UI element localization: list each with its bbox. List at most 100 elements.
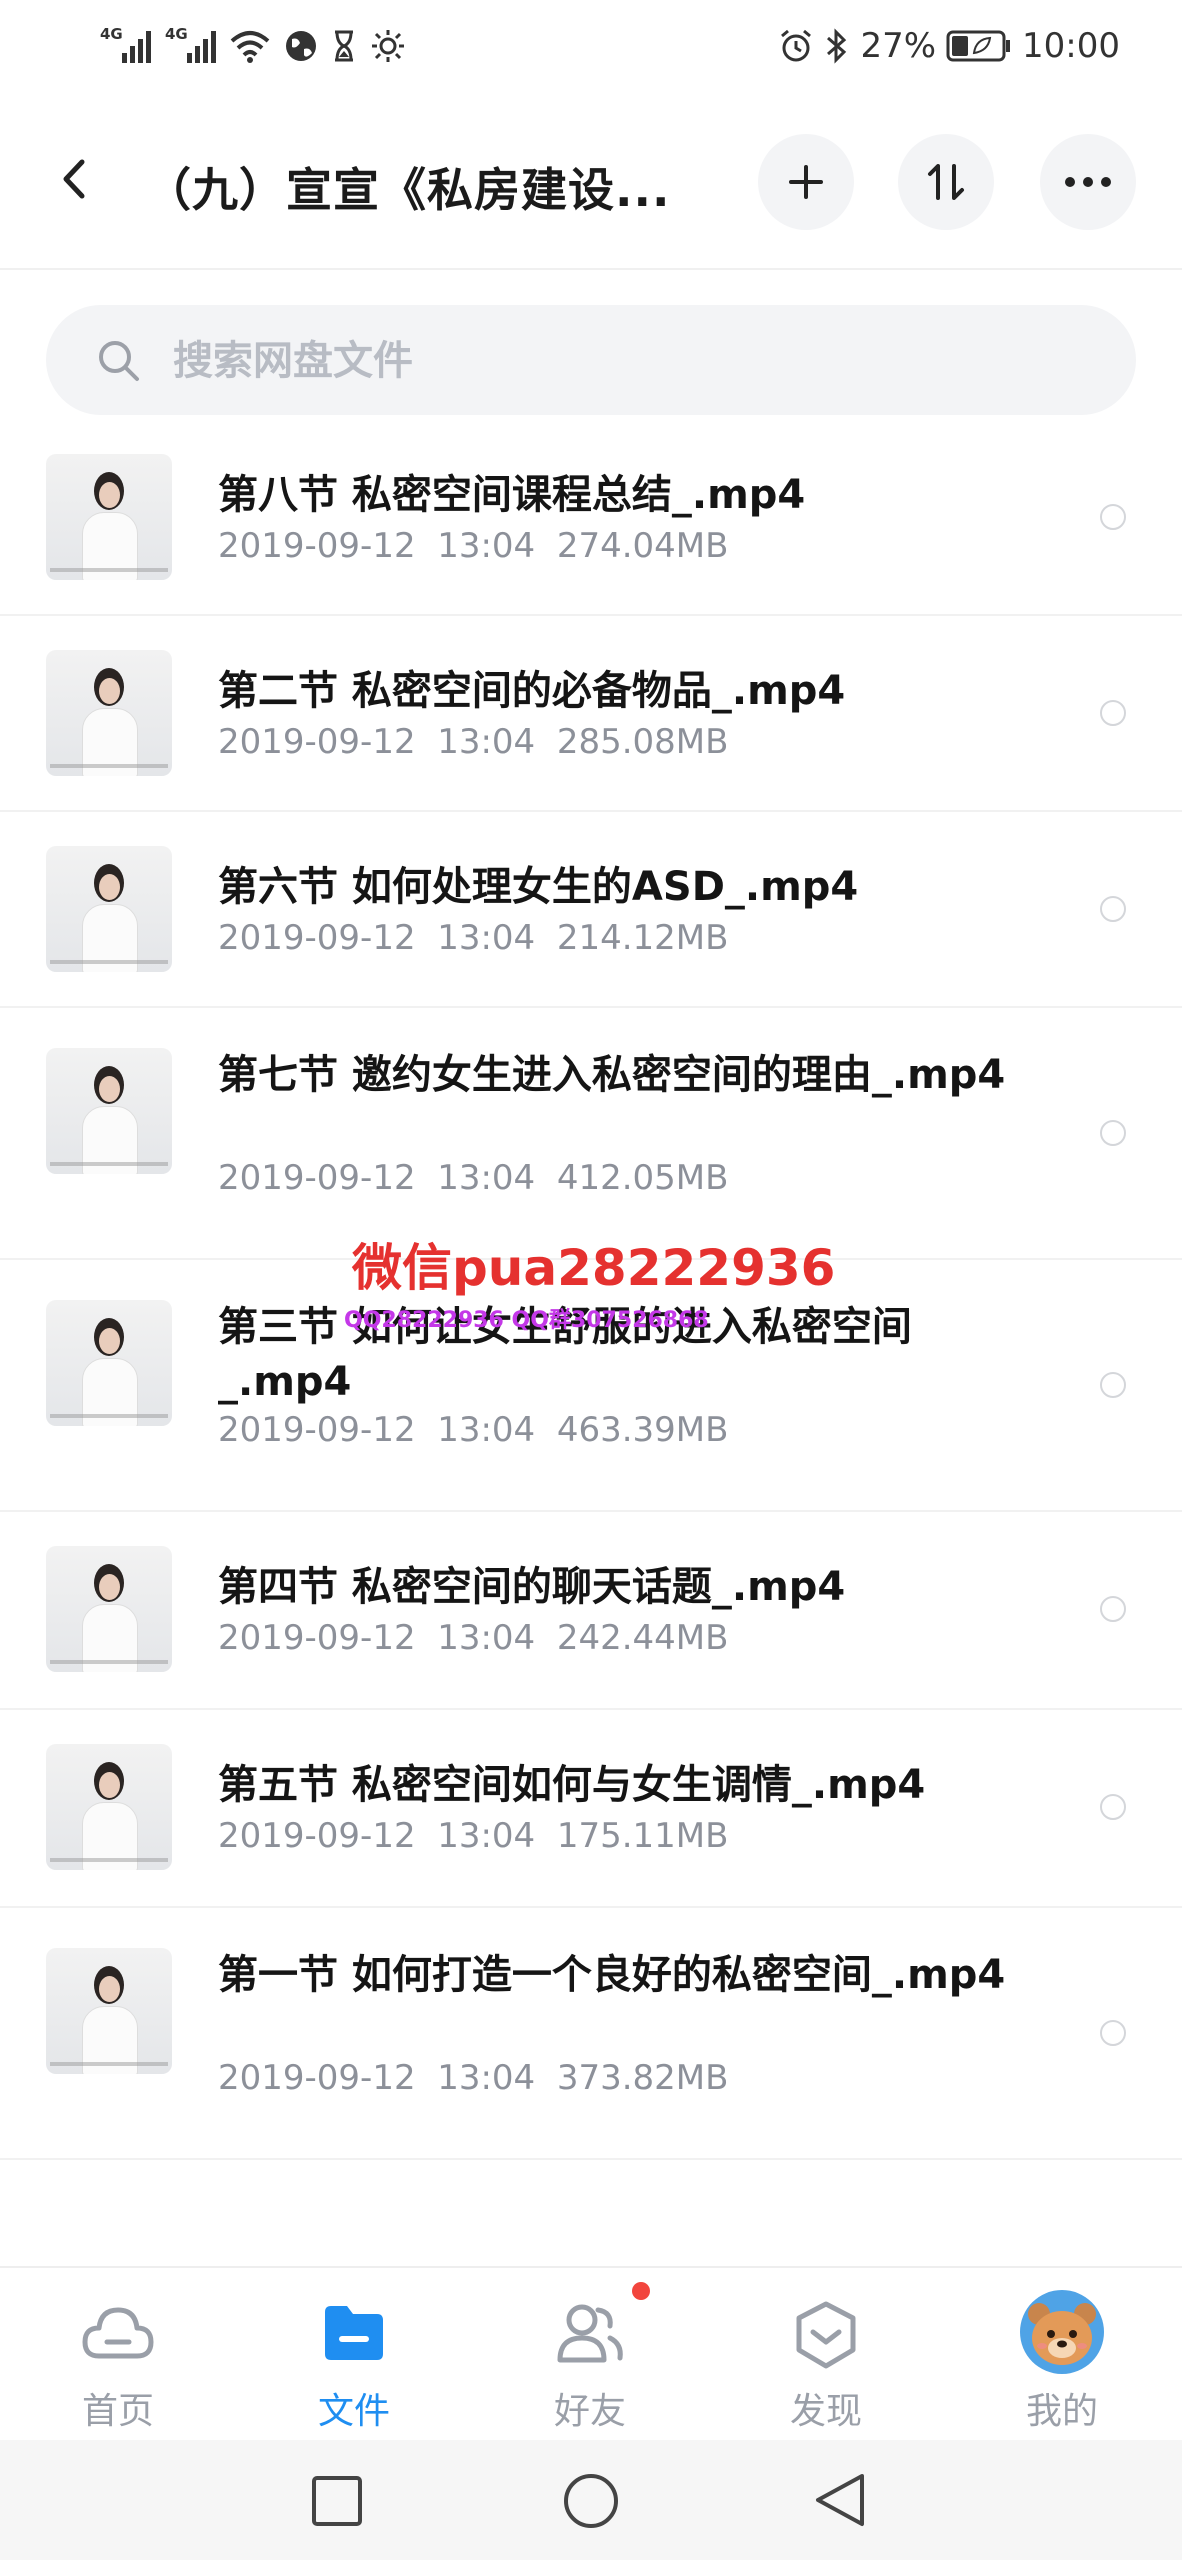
bottom-nav: 首页 文件 好友 发现 我的 [0, 2266, 1182, 2440]
video-thumbnail [46, 1048, 172, 1174]
status-left: 4G 4G [100, 20, 406, 72]
file-meta: 2019-09-12 13:04 214.12MB [218, 918, 728, 958]
file-name: 第五节 私密空间如何与女生调情_.mp4 [218, 1762, 926, 1808]
select-radio[interactable] [1100, 700, 1126, 726]
video-thumbnail [46, 1546, 172, 1672]
file-item[interactable]: 第五节 私密空间如何与女生调情_.mp4 2019-09-12 13:04 17… [0, 1710, 1182, 1908]
file-size: 373.82MB [556, 2058, 729, 2098]
file-meta: 2019-09-12 13:04 285.08MB [218, 722, 728, 762]
tab-label: 文件 [317, 2391, 390, 2432]
network-type-label: 4G [100, 25, 123, 43]
file-name: 第六节 如何处理女生的ASD_.mp4 [218, 864, 859, 910]
signal-icon: 4G [100, 25, 151, 63]
file-item[interactable]: 第二节 私密空间的必备物品_.mp4 2019-09-12 13:04 285.… [0, 616, 1182, 812]
status-bar: 4G 4G 27% 10:00 [0, 0, 1182, 92]
tab-label: 好友 [553, 2391, 626, 2432]
signal-icon-2: 4G [165, 25, 216, 63]
tab-label: 发现 [789, 2391, 862, 2432]
cloud-icon [82, 2307, 154, 2359]
header: （九）宣宣《私房建设... [0, 92, 1182, 270]
watermark-subtext: QQ28222936 QQ群307526868 [344, 1308, 709, 1333]
file-size: 285.08MB [556, 722, 729, 762]
avatar-icon [1020, 2290, 1104, 2374]
network-type-label-2: 4G [165, 25, 188, 43]
file-meta: 2019-09-12 13:04 175.11MB [218, 1816, 728, 1856]
sort-button[interactable] [898, 134, 994, 230]
wifi-icon [230, 31, 270, 63]
add-button[interactable] [758, 134, 854, 230]
tab-home[interactable]: 首页 [0, 2268, 236, 2440]
file-meta: 2019-09-12 13:04 274.04MB [218, 526, 728, 566]
file-name: 第二节 私密空间的必备物品_.mp4 [218, 668, 846, 714]
file-size: 214.12MB [556, 918, 729, 958]
system-nav-bar [0, 2440, 1182, 2560]
folder-icon [325, 2306, 383, 2360]
search-bar[interactable] [46, 305, 1136, 415]
file-date: 2019-09-12 13:04 [218, 722, 536, 762]
tab-friends[interactable]: 好友 [472, 2268, 708, 2440]
file-size: 175.11MB [556, 1816, 729, 1856]
more-button[interactable] [1040, 134, 1136, 230]
video-thumbnail [46, 1948, 172, 2074]
file-meta: 2019-09-12 13:04 412.05MB [218, 1158, 728, 1198]
tab-label: 我的 [1025, 2391, 1098, 2432]
file-name: 第四节 私密空间的聊天话题_.mp4 [218, 1564, 846, 1610]
plus-icon [789, 165, 823, 199]
file-date: 2019-09-12 13:04 [218, 1816, 536, 1856]
file-item[interactable]: 第四节 私密空间的聊天话题_.mp4 2019-09-12 13:04 242.… [0, 1512, 1182, 1710]
page-title: （九）宣宣《私房建设... [145, 163, 671, 217]
file-date: 2019-09-12 13:04 [218, 918, 536, 958]
brightness-icon [372, 30, 404, 62]
file-meta: 2019-09-12 13:04 242.44MB [218, 1618, 728, 1658]
watermark-text: 微信pua28222936 [352, 1239, 836, 1297]
header-divider [0, 268, 1182, 270]
select-radio[interactable] [1100, 2020, 1126, 2046]
alarm-icon [781, 29, 812, 62]
globe-icon [286, 31, 316, 61]
file-size: 242.44MB [556, 1618, 729, 1658]
file-date: 2019-09-12 13:04 [218, 1410, 536, 1450]
select-radio[interactable] [1100, 1596, 1126, 1622]
select-radio[interactable] [1100, 896, 1126, 922]
file-meta: 2019-09-12 13:04 463.39MB [218, 1410, 728, 1450]
recents-icon[interactable] [310, 2474, 364, 2528]
file-item[interactable]: 第一节 如何打造一个良好的私密空间_.mp4 2019-09-12 13:04 … [0, 1908, 1182, 2160]
video-thumbnail [46, 1744, 172, 1870]
file-name: 第七节 邀约女生进入私密空间的理由_.mp4 [218, 1052, 1006, 1098]
file-item[interactable]: 第六节 如何处理女生的ASD_.mp4 2019-09-12 13:04 214… [0, 812, 1182, 1008]
more-icon [1065, 177, 1111, 187]
file-date: 2019-09-12 13:04 [218, 1618, 536, 1658]
video-thumbnail [46, 846, 172, 972]
file-item[interactable]: 第八节 私密空间课程总结_.mp4 2019-09-12 13:04 274.0… [0, 420, 1182, 616]
file-size: 412.05MB [556, 1158, 729, 1198]
hourglass-icon [335, 30, 353, 62]
search-icon [99, 341, 139, 381]
select-radio[interactable] [1100, 1120, 1126, 1146]
status-right: 27% 10:00 [778, 20, 1120, 72]
battery-percent: 27% [860, 26, 937, 66]
tab-label: 首页 [81, 2391, 154, 2432]
file-date: 2019-09-12 13:04 [218, 1158, 536, 1198]
search-input[interactable] [171, 327, 1075, 395]
sort-icon [928, 164, 964, 200]
tab-me[interactable]: 我的 [944, 2268, 1180, 2440]
file-meta: 2019-09-12 13:04 373.82MB [218, 2058, 728, 2098]
video-thumbnail [46, 454, 172, 580]
back-nav-icon[interactable] [812, 2470, 868, 2530]
file-item[interactable]: 第七节 邀约女生进入私密空间的理由_.mp4 2019-09-12 13:04 … [0, 1008, 1182, 1260]
bluetooth-icon [827, 28, 847, 64]
notification-badge [632, 2282, 650, 2300]
tab-discover[interactable]: 发现 [708, 2268, 944, 2440]
home-icon[interactable] [562, 2472, 620, 2530]
select-radio[interactable] [1100, 1372, 1126, 1398]
select-radio[interactable] [1100, 1794, 1126, 1820]
file-date: 2019-09-12 13:04 [218, 526, 536, 566]
file-name: 第八节 私密空间课程总结_.mp4 [218, 472, 806, 518]
select-radio[interactable] [1100, 504, 1126, 530]
tab-files[interactable]: 文件 [236, 2268, 472, 2440]
friends-icon [557, 2304, 623, 2363]
file-size: 463.39MB [556, 1410, 729, 1450]
discover-icon [796, 2301, 856, 2369]
file-name: 第一节 如何打造一个良好的私密空间_.mp4 [218, 1952, 1006, 1998]
back-icon[interactable] [46, 144, 106, 214]
